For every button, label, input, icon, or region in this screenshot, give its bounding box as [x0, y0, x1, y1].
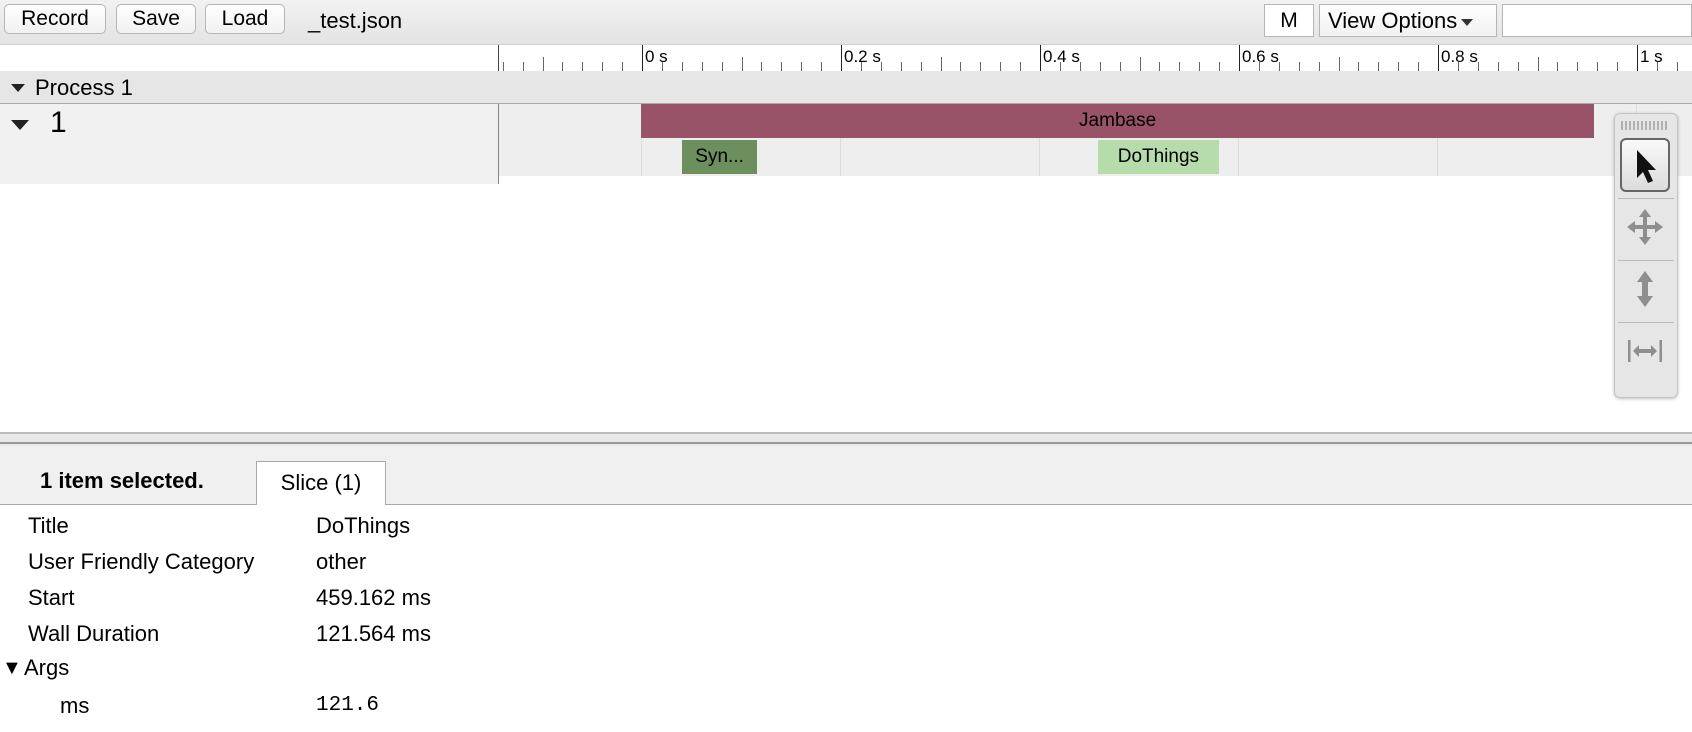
- prop-value-title: DoThings: [316, 513, 411, 538]
- prop-name-title: Title: [28, 513, 69, 538]
- slice-details: Title DoThings User Friendly Category ot…: [0, 505, 1692, 732]
- chevron-down-icon: [1461, 18, 1474, 26]
- mouse-mode-selector: [1614, 113, 1678, 398]
- pan-icon: [1627, 209, 1663, 245]
- prop-name-category: User Friendly Category: [28, 549, 255, 574]
- file-name: _test.json: [308, 8, 403, 33]
- arg-value: 121.6: [316, 694, 380, 717]
- selection-count: 1 item selected.: [40, 468, 204, 493]
- ruler-tick-label: 0.2 s: [844, 47, 881, 66]
- pan-tool-button[interactable]: [1620, 200, 1670, 254]
- track-spacer: [499, 176, 1692, 184]
- ruler-tick-label: 0 s: [645, 47, 668, 66]
- selection-tool-button[interactable]: [1620, 138, 1670, 192]
- collapse-triangle-icon[interactable]: [11, 84, 25, 92]
- drag-handle[interactable]: [1621, 121, 1669, 130]
- ruler-tick-label: 0.6 s: [1242, 47, 1279, 66]
- ruler-tick-label: 0.8 s: [1441, 47, 1478, 66]
- view-options-label: View Options: [1328, 8, 1458, 33]
- timing-tool-button[interactable]: [1620, 324, 1670, 378]
- ruler-ticks: [503, 45, 1678, 71]
- prop-value-start[interactable]: 459.162 ms: [316, 585, 431, 611]
- divider: [1618, 198, 1674, 199]
- ruler-spacer: [0, 45, 498, 71]
- timing-icon: [1628, 340, 1662, 362]
- zoom-icon: [1637, 271, 1653, 307]
- toolbar: Record Save Load _test.json M View Optio…: [0, 0, 1692, 45]
- slice-syn[interactable]: Syn...: [681, 140, 758, 174]
- selection-arrow-icon: [1637, 150, 1656, 183]
- arg-name: ms: [60, 693, 90, 718]
- args-expand-toggle-icon[interactable]: ▼: [2, 657, 22, 680]
- divider: [1618, 322, 1674, 323]
- save-button[interactable]: Save: [116, 4, 196, 34]
- prop-value-category: other: [316, 549, 367, 574]
- analysis-header: 1 item selected. Slice (1): [0, 446, 1692, 505]
- prop-name-wall-duration: Wall Duration: [28, 621, 160, 646]
- divider: [1618, 260, 1674, 261]
- ruler-tick-label: 0.4 s: [1043, 47, 1080, 66]
- panel-splitter[interactable]: [0, 432, 1692, 446]
- load-button[interactable]: Load: [205, 4, 285, 34]
- slice-dothings[interactable]: DoThings: [1097, 140, 1220, 174]
- tab-slice[interactable]: Slice (1): [256, 461, 386, 505]
- ruler-tick-label: 1 s: [1640, 47, 1663, 66]
- time-ruler[interactable]: 0 s 0.2 s 0.4 s 0.6 s 0.8 s 1 s: [498, 45, 1692, 71]
- prop-name-start: Start: [28, 585, 75, 610]
- metadata-button[interactable]: M: [1264, 4, 1314, 37]
- process-track-header[interactable]: Process 1: [0, 71, 1692, 104]
- slice-jambase[interactable]: Jambase: [641, 104, 1595, 138]
- zoom-tool-button[interactable]: [1620, 262, 1670, 316]
- prop-value-wall-duration: 121.564 ms: [316, 621, 431, 646]
- args-label[interactable]: Args: [24, 655, 69, 681]
- search-input[interactable]: [1502, 4, 1692, 37]
- view-options-dropdown[interactable]: View Options: [1319, 4, 1497, 37]
- thread-label: 1: [50, 106, 67, 139]
- thread-track[interactable]: Jambase Syn... DoThings: [499, 104, 1692, 176]
- process-label: Process 1: [35, 75, 133, 100]
- record-button[interactable]: Record: [4, 4, 106, 34]
- collapse-triangle-icon[interactable]: [11, 120, 29, 130]
- thread-track-label[interactable]: 1: [0, 104, 499, 184]
